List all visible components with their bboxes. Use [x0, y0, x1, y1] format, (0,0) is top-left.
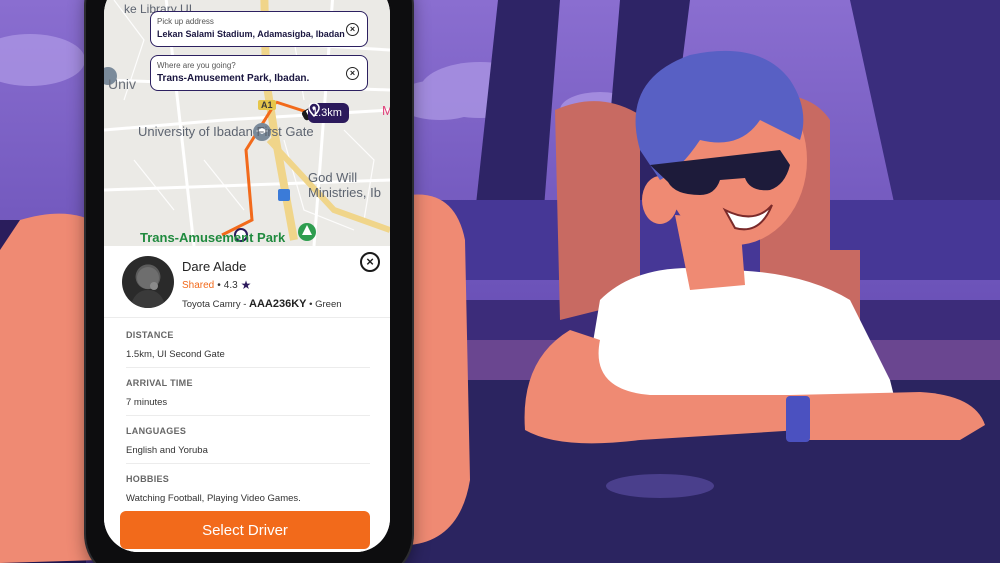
map-view[interactable]: ke Library UI Univ University of Ibadan …: [104, 0, 390, 246]
pickup-address-field[interactable]: Pick up address Lekan Salami Stadium, Ad…: [150, 11, 368, 47]
destination-address-field[interactable]: Where are you going? Trans-Amusement Par…: [150, 55, 368, 91]
map-label-university: University of Ibadan First Gate: [138, 124, 314, 139]
driver-details-sheet: Dare Alade Shared • 4.3 ★ Toyota Camry -…: [104, 246, 390, 552]
destination-value[interactable]: Trans-Amusement Park, Ibadan.: [157, 73, 339, 84]
info-key: ARRIVAL TIME: [126, 378, 193, 388]
close-icon[interactable]: ×: [360, 252, 380, 272]
driver-avatar: [122, 256, 174, 308]
select-driver-button[interactable]: Select Driver: [120, 511, 370, 549]
info-row-languages: LANGUAGES English and Yoruba: [126, 416, 370, 464]
phone-screen: ke Library UI Univ University of Ibadan …: [104, 0, 390, 552]
info-value: 7 minutes: [126, 397, 168, 408]
info-value: 1.5km, UI Second Gate: [126, 349, 225, 360]
info-row-distance: DISTANCE 1.5km, UI Second Gate: [126, 320, 370, 368]
vehicle-info: Toyota Camry - AAA236KY • Green: [182, 298, 342, 310]
distance-badge: 1.3km: [308, 103, 349, 123]
map-label-univ: Univ: [108, 76, 137, 92]
vehicle-color: • Green: [309, 299, 342, 310]
ride-type-badge: Shared: [182, 279, 215, 291]
info-key: DISTANCE: [126, 330, 174, 340]
info-value: Watching Football, Playing Video Games.: [126, 493, 301, 504]
map-label-edge: M: [382, 103, 390, 118]
driver-rating: 4.3: [223, 279, 238, 291]
star-icon: ★: [240, 278, 252, 292]
info-key: HOBBIES: [126, 474, 170, 484]
road-tag: A1: [258, 100, 276, 110]
vehicle-plate: AAA236KY: [249, 298, 307, 310]
info-row-arrival: ARRIVAL TIME 7 minutes: [126, 368, 370, 416]
driver-name: Dare Alade: [182, 259, 247, 274]
clear-destination-icon[interactable]: ×: [346, 67, 359, 80]
clear-pickup-icon[interactable]: ×: [346, 23, 359, 36]
pickup-value[interactable]: Lekan Salami Stadium, Adamasigba, Ibadan: [157, 29, 345, 39]
map-label-godwill: God Will Ministries, Ib: [308, 170, 381, 200]
driver-photo-icon: [130, 267, 166, 308]
pickup-label: Pick up address: [157, 17, 214, 26]
vehicle-model: Toyota Camry -: [182, 299, 247, 310]
meta-separator: •: [217, 279, 221, 291]
map-label-destination: Trans-Amusement Park: [140, 230, 286, 245]
info-key: LANGUAGES: [126, 426, 187, 436]
info-row-hobbies: HOBBIES Watching Football, Playing Video…: [126, 464, 370, 512]
destination-label: Where are you going?: [157, 61, 236, 70]
location-pin-icon: [308, 103, 320, 117]
driver-meta: Shared • 4.3 ★: [182, 278, 251, 292]
driver-card: Dare Alade Shared • 4.3 ★ Toyota Camry -…: [104, 246, 390, 318]
info-value: English and Yoruba: [126, 445, 208, 456]
